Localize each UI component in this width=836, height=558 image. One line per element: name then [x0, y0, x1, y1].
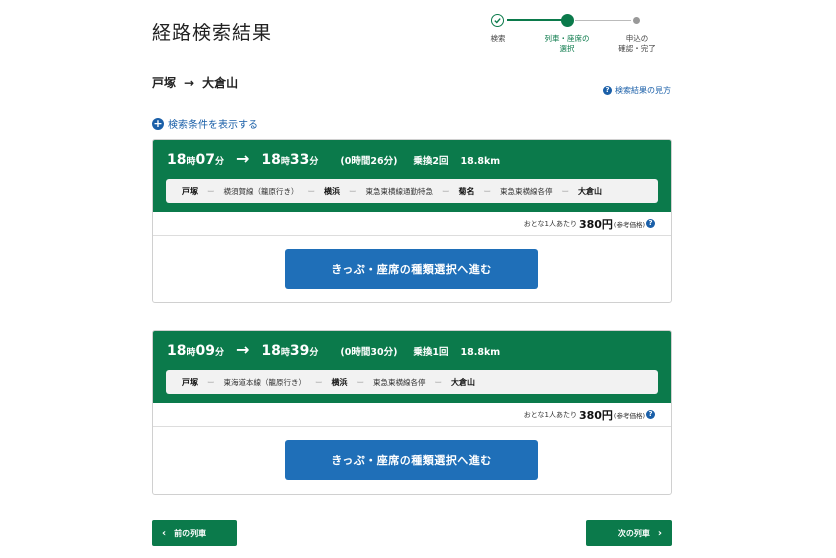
segment-separator: ー — [315, 377, 323, 387]
results-help-link[interactable]: ? 検索結果の見方 — [603, 85, 671, 96]
step-current-dot — [561, 14, 574, 27]
step-complete-check-icon — [491, 14, 504, 27]
segment-separator: ー — [307, 186, 316, 196]
step-pending-dot — [633, 17, 640, 24]
segment-station: 横浜 — [324, 186, 340, 196]
route-result-card: 18 時 09 分 → 18 時 39 分 (0時間30分) 乗換1回 18.8km 戸塚 … — [152, 330, 672, 495]
price-value: 380円 — [578, 217, 613, 231]
segment-separator: ー — [483, 186, 492, 196]
transfer-count: 乗換2回 — [413, 156, 449, 167]
chevron-right-icon: › — [657, 527, 662, 539]
step-label-select: 列車・座席の 選択 — [544, 34, 590, 53]
segment-station: 大倉山 — [451, 377, 475, 387]
segment-separator: ー — [207, 186, 215, 196]
route-result-header: 18 時 09 分 → 18 時 39 分 (0時間30分) 乗換1回 18.8km 戸塚 … — [153, 331, 671, 403]
segment-line: 東急東横線通勤特急 — [365, 186, 434, 196]
travel-duration: (0時間30分) — [340, 347, 398, 358]
previous-train-label: 前の列車 — [174, 528, 207, 538]
departure-hour: 18 — [167, 152, 187, 168]
departure-minute: 09 — [195, 343, 215, 359]
show-conditions-label: 検索条件を表示する — [168, 120, 258, 131]
chevron-left-icon: ‹ — [162, 527, 167, 539]
route-times: 18 時 07 分 → 18 時 33 分 (0時間26分) 乗換2回 18.8km — [167, 149, 500, 168]
minute-unit: 分 — [214, 348, 224, 358]
segment-separator: ー — [442, 186, 450, 196]
arrival-minute: 33 — [289, 152, 310, 168]
next-train-label: 次の列車 — [617, 528, 650, 538]
segment-line: 東急東横線各停 — [373, 377, 426, 387]
segment-station: 横浜 — [331, 377, 348, 387]
travel-distance: 18.8km — [460, 156, 501, 167]
previous-train-button[interactable]: ‹ 前の列車 — [152, 520, 237, 546]
departure-hour: 18 — [167, 343, 187, 359]
price-value: 380円 — [578, 408, 613, 422]
question-icon[interactable]: ? — [646, 410, 655, 419]
price-note: (参考価格) — [613, 411, 645, 420]
step-label-confirm: 申込の 確認・完了 — [618, 34, 656, 53]
segment-separator: ー — [434, 377, 443, 387]
page-title: 経路検索結果 — [152, 22, 273, 44]
show-conditions-link[interactable]: + 検索条件を表示する — [152, 116, 258, 131]
travel-duration: (0時間26分) — [340, 156, 398, 167]
price-row: おとな1人あたり 380円 (参考価格) ? — [153, 212, 671, 236]
segment-line: 横須賀線（籠原行き） — [223, 186, 299, 196]
price-row: おとな1人あたり 380円 (参考価格) ? — [153, 403, 671, 427]
arrival-hour: 18 — [261, 152, 281, 168]
transfer-count: 乗換1回 — [413, 347, 449, 358]
route-summary: 戸塚 → 大倉山 — [152, 74, 238, 91]
stepper-line-todo — [575, 20, 631, 21]
progress-stepper: 検索 列車・座席の 選択 申込の 確認・完了 — [477, 12, 677, 60]
departure-minute: 07 — [195, 152, 215, 168]
segment-line: 東急東横線各停 — [500, 186, 553, 196]
question-icon[interactable]: ? — [646, 219, 655, 228]
route-segments: 戸塚 ー 横須賀線（籠原行き） ー 横浜 ー 東急東横線通勤特急 ー 菊名 ー … — [166, 179, 658, 203]
minute-unit: 分 — [309, 348, 319, 358]
time-arrow: → — [236, 340, 250, 359]
results-help-label: 検索結果の見方 — [615, 86, 671, 95]
travel-distance: 18.8km — [460, 347, 501, 358]
route-times: 18 時 09 分 → 18 時 39 分 (0時間30分) 乗換1回 18.8km — [167, 340, 500, 359]
price-label: おとな1人あたり — [523, 410, 577, 419]
plus-circle-icon: + — [152, 116, 164, 130]
hour-unit: 時 — [280, 157, 290, 167]
segment-station: 菊名 — [458, 186, 475, 196]
route-from: 戸塚 — [152, 76, 177, 90]
segment-station: 大倉山 — [578, 186, 602, 196]
minute-unit: 分 — [214, 157, 224, 167]
stepper-line-done — [507, 19, 567, 21]
hour-unit: 時 — [280, 348, 290, 358]
segment-line: 東海道本線（籠原行き） — [223, 377, 307, 387]
hour-unit: 時 — [186, 348, 196, 358]
segment-separator: ー — [349, 186, 357, 196]
next-train-button[interactable]: 次の列車 › — [586, 520, 672, 546]
time-arrow: → — [236, 149, 250, 168]
segment-station: 戸塚 — [182, 377, 198, 387]
hour-unit: 時 — [186, 157, 196, 167]
select-ticket-seat-button[interactable]: きっぷ・座席の種類選択へ進む — [285, 440, 538, 480]
price-note: (参考価格) — [613, 220, 645, 229]
route-result-header: 18 時 07 分 → 18 時 33 分 (0時間26分) 乗換2回 18.8km 戸塚 … — [153, 140, 671, 212]
price-label: おとな1人あたり — [523, 219, 577, 228]
segment-separator: ー — [356, 377, 365, 387]
route-result-card: 18 時 07 分 → 18 時 33 分 (0時間26分) 乗換2回 18.8km 戸塚 … — [152, 139, 672, 303]
segment-separator: ー — [561, 186, 570, 196]
arrival-minute: 39 — [289, 343, 310, 359]
question-icon: ? — [603, 86, 612, 95]
segment-station: 戸塚 — [182, 186, 198, 196]
select-ticket-seat-button[interactable]: きっぷ・座席の種類選択へ進む — [285, 249, 538, 289]
route-segments: 戸塚 ー 東海道本線（籠原行き） ー 横浜 ー 東急東横線各停 ー 大倉山 — [166, 370, 658, 394]
minute-unit: 分 — [309, 157, 319, 167]
route-to: 大倉山 — [202, 76, 239, 90]
segment-separator: ー — [207, 377, 215, 387]
step-label-search: 検索 — [490, 34, 506, 43]
route-arrow: → — [184, 76, 195, 90]
arrival-hour: 18 — [261, 343, 281, 359]
